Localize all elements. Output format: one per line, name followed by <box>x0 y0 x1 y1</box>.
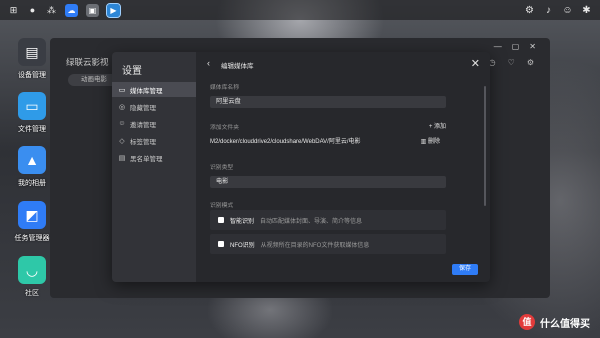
sidebar-item-label: 媒体库管理 <box>130 87 163 95</box>
sidebar-item-label: 黑名单管理 <box>130 155 163 163</box>
desktop-icon-label: 设备管理 <box>18 72 46 79</box>
community-icon: ◡ <box>18 256 46 284</box>
sidebar-item-label: 标签管理 <box>130 138 156 146</box>
sidebar-item-label: 隐藏管理 <box>130 104 156 112</box>
heart-icon[interactable]: ♡ <box>508 58 515 67</box>
checkbox[interactable] <box>218 217 224 223</box>
top-taskbar: ⊞ ● ⁂ ☁ ▣ ▶ ⚙ ♪ ☺ ✱ <box>0 0 600 20</box>
sidebar-item-label: 邀请管理 <box>130 121 156 129</box>
add-label: 添加 <box>433 124 446 130</box>
library-icon: ▭ <box>118 86 126 94</box>
sidebar-item-hidden[interactable]: ◎ 隐藏管理 <box>112 99 196 114</box>
desktop-icon-label: 文件管理 <box>18 126 46 133</box>
settings-dialog: 设置 ▭ 媒体库管理 ◎ 隐藏管理 ☺ 邀请管理 ◇ 标签管理 ▤ 黑名单管理 … <box>112 52 490 282</box>
checkbox[interactable] <box>218 241 224 247</box>
brand-logo: 值 <box>519 314 535 330</box>
scrollbar[interactable] <box>484 86 486 206</box>
add-folder-button[interactable]: + 添加 <box>429 121 446 130</box>
window-controls: — ▢ ✕ <box>494 42 536 51</box>
sidebar-item-invite[interactable]: ☺ 邀请管理 <box>112 116 196 131</box>
mode-label: 识别模式 <box>210 203 234 209</box>
hide-icon: ◎ <box>118 103 126 111</box>
bell-icon[interactable]: ♪ <box>543 5 554 16</box>
user-icon[interactable]: ● <box>27 5 38 16</box>
photo-icon: ▲ <box>18 146 46 174</box>
monitor-icon[interactable]: ▣ <box>86 3 99 17</box>
tag-icon: ◇ <box>119 137 125 145</box>
blacklist-icon: ▤ <box>118 154 126 162</box>
editor-title: 编辑媒体库 <box>221 63 254 70</box>
apps-icon[interactable]: ⁂ <box>46 5 57 16</box>
mode-desc: 自动匹配媒体封面、导演、简介等信息 <box>260 218 363 225</box>
trash-icon: ▥ <box>420 139 428 145</box>
library-name-input[interactable]: 阿里云盘 <box>210 96 446 108</box>
folder-path: M2/docker/clouddrive2/cloudshare/WebDAV/… <box>210 139 361 145</box>
mode-name: NFO识别 <box>230 242 255 249</box>
sidebar-item-blacklist[interactable]: ▤ 黑名单管理 <box>112 150 196 165</box>
app-header-icons: ◷ ♡ ⚙ <box>489 58 534 67</box>
cloud-icon[interactable]: ☁ <box>65 3 78 17</box>
mode-name: 智能识别 <box>230 218 255 225</box>
device-icon: ▤ <box>18 38 46 66</box>
library-editor: ‹ 编辑媒体库 ✕ 媒体库名称 阿里云盘 添加文件夹 + 添加 M2/docke… <box>196 52 490 282</box>
user-icon[interactable]: ☺ <box>562 5 573 16</box>
type-label: 识别类型 <box>210 165 234 171</box>
editor-header: ‹ 编辑媒体库 ✕ <box>196 52 490 76</box>
delete-label: 删除 <box>427 139 440 145</box>
mode-desc: 从视频所在目录的NFO文件获取媒体信息 <box>260 242 370 249</box>
video-icon[interactable]: ▶ <box>106 2 121 18</box>
invite-icon: ☺ <box>118 120 126 127</box>
minimize-icon[interactable]: — <box>494 42 502 51</box>
grid-icon[interactable]: ⊞ <box>8 5 19 16</box>
app-title: 绿联云影视 <box>66 57 109 67</box>
gear-icon[interactable]: ✱ <box>581 5 592 16</box>
sidebar-item-library[interactable]: ▭ 媒体库管理 <box>112 82 196 97</box>
save-button[interactable]: 保存 <box>452 264 478 275</box>
mode-option-nfo[interactable]: NFO识别 从视频所在目录的NFO文件获取媒体信息 <box>210 234 446 254</box>
settings-icon[interactable]: ⚙ <box>524 5 535 16</box>
folder-path-row: M2/docker/clouddrive2/cloudshare/WebDAV/… <box>210 136 446 149</box>
chevron-left-icon[interactable]: ‹ <box>207 58 210 68</box>
monitor-icon: ◩ <box>18 201 46 229</box>
desktop-icon-label: 任务管理器 <box>14 235 50 242</box>
delete-button[interactable]: ▥ 删除 <box>421 136 440 149</box>
settings-title: 设置 <box>122 66 142 77</box>
mode-option-smart[interactable]: 智能识别 自动匹配媒体封面、导演、简介等信息 <box>210 210 446 230</box>
brand-text: 什么值得买 <box>540 318 590 330</box>
desktop-icon-label: 我的相册 <box>18 180 46 187</box>
desktop-icon-label: 社区 <box>25 290 39 297</box>
close-icon[interactable]: ✕ <box>471 57 480 70</box>
add-folder-label: 添加文件夹 <box>210 125 239 131</box>
settings-sidebar: 设置 ▭ 媒体库管理 ◎ 隐藏管理 ☺ 邀请管理 ◇ 标签管理 ▤ 黑名单管理 <box>112 52 196 282</box>
settings-icon[interactable]: ⚙ <box>527 58 534 67</box>
maximize-icon[interactable]: ▢ <box>512 42 520 51</box>
brand-watermark: 值 什么值得买 <box>519 314 590 330</box>
folder-icon: ▭ <box>18 92 46 120</box>
library-name-label: 媒体库名称 <box>210 85 239 91</box>
type-select[interactable]: 电影 <box>210 176 446 188</box>
close-icon[interactable]: ✕ <box>529 42 536 51</box>
sidebar-item-tags[interactable]: ◇ 标签管理 <box>112 133 196 148</box>
